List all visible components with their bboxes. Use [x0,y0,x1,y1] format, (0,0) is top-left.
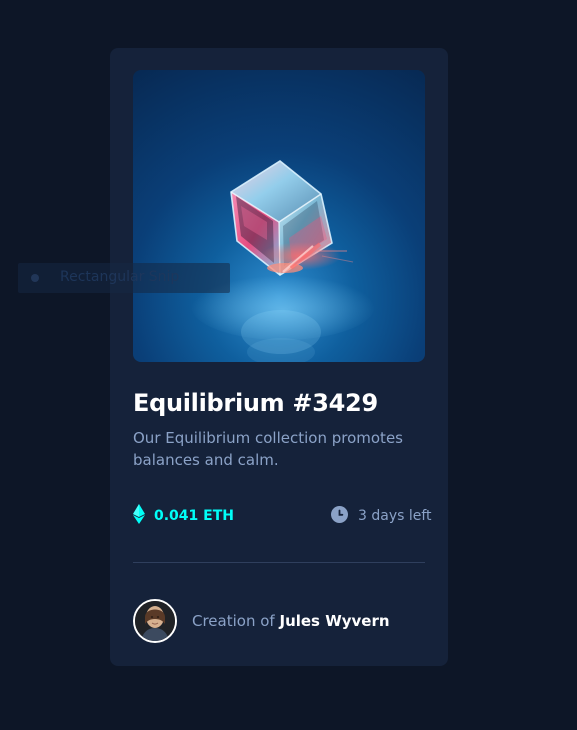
avatar[interactable] [133,599,177,643]
creator-text: Creation of Jules Wyvern [192,612,390,630]
crystal-cube-illustration [191,160,375,362]
rectangular-snip-label: Rectangular Snip [60,269,180,285]
nft-title[interactable]: Equilibrium #3429 [133,388,423,418]
clock-icon [331,505,348,527]
crystal-cube-image[interactable] [133,70,425,362]
price-info: 0.041 ETH [133,504,234,528]
nft-description: Our Equilibrium collection promotes bala… [133,429,403,469]
creator-name[interactable]: Jules Wyvern [279,612,389,630]
rectangular-snip-overlay[interactable]: Rectangular Snip [18,263,230,293]
ethereum-icon [133,504,145,528]
nft-card [110,48,448,666]
time-label: 3 days left [358,508,432,524]
snip-icon [31,274,39,282]
creator-row: Creation of Jules Wyvern [133,599,390,643]
divider [133,562,425,563]
creator-prefix: Creation of [192,612,275,630]
time-remaining: 3 days left [331,505,432,527]
price-label: 0.041 ETH [154,508,234,524]
